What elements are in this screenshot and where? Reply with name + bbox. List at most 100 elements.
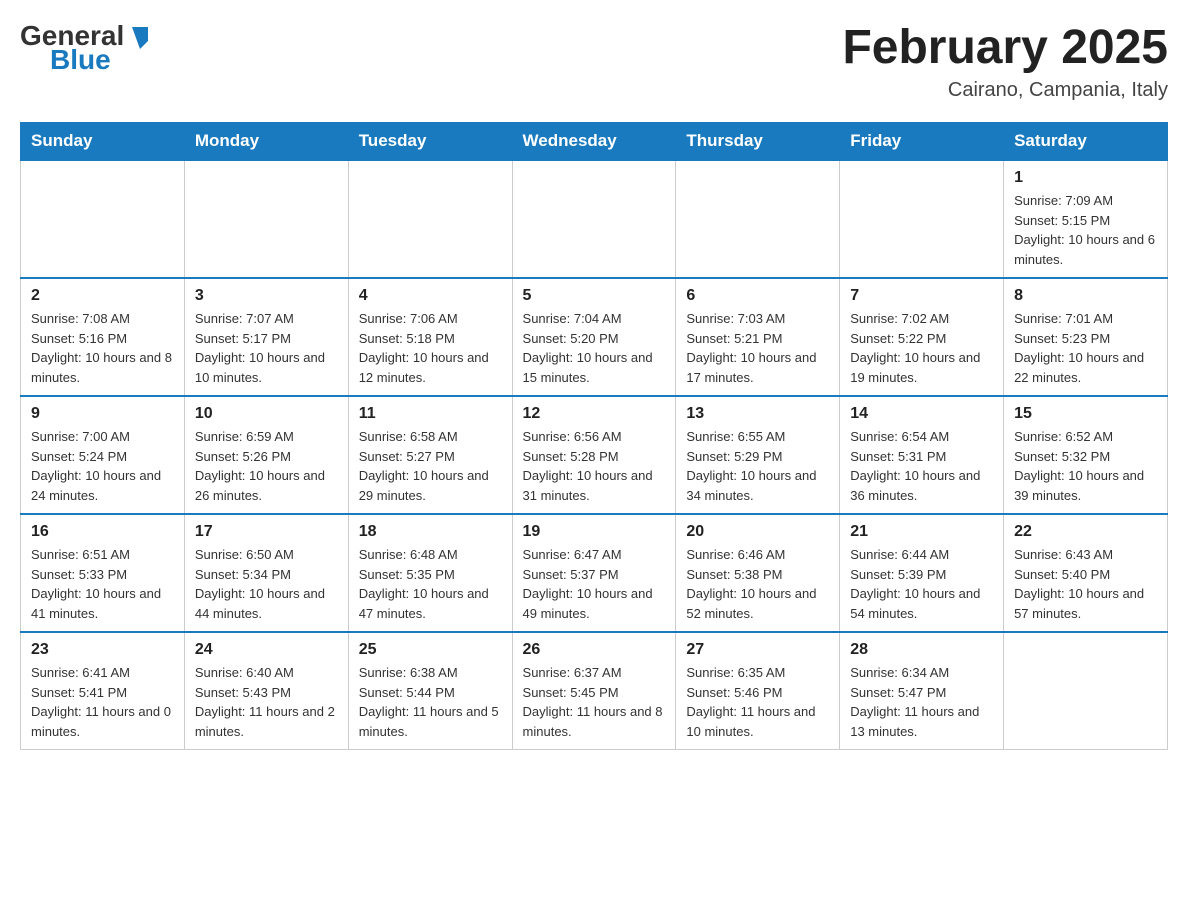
calendar-cell: 11 Sunrise: 6:58 AMSunset: 5:27 PMDayligh…: [348, 396, 512, 514]
calendar-cell: 5 Sunrise: 7:04 AMSunset: 5:20 PMDaylight…: [512, 278, 676, 396]
page-header: General Blue February 2025 Cairano, Camp…: [20, 20, 1168, 102]
calendar-cell: [840, 160, 1004, 278]
day-info: Sunrise: 6:38 AMSunset: 5:44 PMDaylight:…: [359, 663, 502, 741]
calendar-cell: [348, 160, 512, 278]
day-number: 12: [523, 405, 666, 423]
calendar-cell: 27 Sunrise: 6:35 AMSunset: 5:46 PMDayligh…: [676, 632, 840, 750]
calendar-cell: [512, 160, 676, 278]
calendar-cell: 15Sunrise: 6:52 AMSunset: 5:32 PMDayligh…: [1004, 396, 1168, 514]
calendar-cell: 7Sunrise: 7:02 AMSunset: 5:22 PMDaylight…: [840, 278, 1004, 396]
day-info: Sunrise: 7:06 AMSunset: 5:18 PMDaylight:…: [359, 309, 502, 387]
calendar-cell: [184, 160, 348, 278]
day-info: Sunrise: 7:03 AMSunset: 5:21 PMDaylight:…: [686, 309, 829, 387]
day-number: 16: [31, 523, 174, 541]
day-info: Sunrise: 6:35 AMSunset: 5:46 PMDaylight:…: [686, 663, 829, 741]
day-number: 22: [1014, 523, 1157, 541]
day-info: Sunrise: 7:02 AMSunset: 5:22 PMDaylight:…: [850, 309, 993, 387]
calendar-cell: 3 Sunrise: 7:07 AMSunset: 5:17 PMDaylight…: [184, 278, 348, 396]
day-info: Sunrise: 6:48 AMSunset: 5:35 PMDaylight:…: [359, 545, 502, 623]
day-number: 28: [850, 641, 993, 659]
day-number: 15: [1014, 405, 1157, 423]
day-info: Sunrise: 7:04 AMSunset: 5:20 PMDaylight:…: [523, 309, 666, 387]
calendar-cell: [676, 160, 840, 278]
day-info: Sunrise: 6:40 AMSunset: 5:43 PMDaylight:…: [195, 663, 338, 741]
calendar-cell: 10 Sunrise: 6:59 AMSunset: 5:26 PMDayligh…: [184, 396, 348, 514]
col-sunday: Sunday: [21, 123, 185, 161]
day-number: 27: [686, 641, 829, 659]
calendar-cell: 14Sunrise: 6:54 AMSunset: 5:31 PMDayligh…: [840, 396, 1004, 514]
calendar-cell: 24 Sunrise: 6:40 AMSunset: 5:43 PMDayligh…: [184, 632, 348, 750]
day-number: 13: [686, 405, 829, 423]
day-info: Sunrise: 6:55 AMSunset: 5:29 PMDaylight:…: [686, 427, 829, 505]
day-info: Sunrise: 6:41 AMSunset: 5:41 PMDaylight:…: [31, 663, 174, 741]
day-info: Sunrise: 6:43 AMSunset: 5:40 PMDaylight:…: [1014, 545, 1157, 623]
day-number: 6: [686, 287, 829, 305]
logo-arrow-icon: [126, 23, 154, 51]
calendar-cell: [21, 160, 185, 278]
day-info: Sunrise: 7:07 AMSunset: 5:17 PMDaylight:…: [195, 309, 338, 387]
day-number: 21: [850, 523, 993, 541]
calendar-cell: 18 Sunrise: 6:48 AMSunset: 5:35 PMDayligh…: [348, 514, 512, 632]
calendar-cell: 23 Sunrise: 6:41 AMSunset: 5:41 PMDayligh…: [21, 632, 185, 750]
calendar-cell: 21Sunrise: 6:44 AMSunset: 5:39 PMDayligh…: [840, 514, 1004, 632]
title-area: February 2025 Cairano, Campania, Italy: [842, 20, 1168, 102]
day-info: Sunrise: 7:01 AMSunset: 5:23 PMDaylight:…: [1014, 309, 1157, 387]
day-number: 24: [195, 641, 338, 659]
day-number: 1: [1014, 169, 1157, 187]
day-number: 11: [359, 405, 502, 423]
day-number: 23: [31, 641, 174, 659]
col-tuesday: Tuesday: [348, 123, 512, 161]
calendar-table: Sunday Monday Tuesday Wednesday Thursday…: [20, 122, 1168, 750]
day-info: Sunrise: 6:54 AMSunset: 5:31 PMDaylight:…: [850, 427, 993, 505]
day-info: Sunrise: 6:50 AMSunset: 5:34 PMDaylight:…: [195, 545, 338, 623]
day-number: 4: [359, 287, 502, 305]
calendar-week-row: 1 Sunrise: 7:09 AMSunset: 5:15 PMDaylight…: [21, 160, 1168, 278]
calendar-cell: 19 Sunrise: 6:47 AMSunset: 5:37 PMDayligh…: [512, 514, 676, 632]
calendar-cell: 26 Sunrise: 6:37 AMSunset: 5:45 PMDayligh…: [512, 632, 676, 750]
day-info: Sunrise: 6:37 AMSunset: 5:45 PMDaylight:…: [523, 663, 666, 741]
calendar-cell: 20 Sunrise: 6:46 AMSunset: 5:38 PMDayligh…: [676, 514, 840, 632]
calendar-cell: 25 Sunrise: 6:38 AMSunset: 5:44 PMDayligh…: [348, 632, 512, 750]
calendar-cell: [1004, 632, 1168, 750]
day-number: 3: [195, 287, 338, 305]
calendar-cell: 1 Sunrise: 7:09 AMSunset: 5:15 PMDaylight…: [1004, 160, 1168, 278]
calendar-cell: 4 Sunrise: 7:06 AMSunset: 5:18 PMDaylight…: [348, 278, 512, 396]
calendar-cell: 2 Sunrise: 7:08 AMSunset: 5:16 PMDaylight…: [21, 278, 185, 396]
day-number: 17: [195, 523, 338, 541]
calendar-cell: 17 Sunrise: 6:50 AMSunset: 5:34 PMDayligh…: [184, 514, 348, 632]
day-number: 2: [31, 287, 174, 305]
calendar-week-row: 2 Sunrise: 7:08 AMSunset: 5:16 PMDaylight…: [21, 278, 1168, 396]
calendar-week-row: 9 Sunrise: 7:00 AMSunset: 5:24 PMDaylight…: [21, 396, 1168, 514]
day-info: Sunrise: 6:46 AMSunset: 5:38 PMDaylight:…: [686, 545, 829, 623]
day-number: 18: [359, 523, 502, 541]
location: Cairano, Campania, Italy: [842, 79, 1168, 102]
day-info: Sunrise: 6:56 AMSunset: 5:28 PMDaylight:…: [523, 427, 666, 505]
calendar-cell: 8 Sunrise: 7:01 AMSunset: 5:23 PMDaylight…: [1004, 278, 1168, 396]
day-info: Sunrise: 6:51 AMSunset: 5:33 PMDaylight:…: [31, 545, 174, 623]
day-number: 20: [686, 523, 829, 541]
day-info: Sunrise: 7:08 AMSunset: 5:16 PMDaylight:…: [31, 309, 174, 387]
day-number: 26: [523, 641, 666, 659]
logo: General Blue: [20, 20, 154, 76]
day-info: Sunrise: 6:47 AMSunset: 5:37 PMDaylight:…: [523, 545, 666, 623]
calendar-week-row: 23 Sunrise: 6:41 AMSunset: 5:41 PMDayligh…: [21, 632, 1168, 750]
day-info: Sunrise: 6:34 AMSunset: 5:47 PMDaylight:…: [850, 663, 993, 741]
day-number: 19: [523, 523, 666, 541]
col-friday: Friday: [840, 123, 1004, 161]
day-number: 9: [31, 405, 174, 423]
month-title: February 2025: [842, 20, 1168, 75]
calendar-header-row: Sunday Monday Tuesday Wednesday Thursday…: [21, 123, 1168, 161]
col-wednesday: Wednesday: [512, 123, 676, 161]
calendar-cell: 28 Sunrise: 6:34 AMSunset: 5:47 PMDayligh…: [840, 632, 1004, 750]
day-info: Sunrise: 6:58 AMSunset: 5:27 PMDaylight:…: [359, 427, 502, 505]
calendar-cell: 12 Sunrise: 6:56 AMSunset: 5:28 PMDayligh…: [512, 396, 676, 514]
day-number: 5: [523, 287, 666, 305]
logo-blue-text: Blue: [50, 44, 111, 76]
day-info: Sunrise: 6:59 AMSunset: 5:26 PMDaylight:…: [195, 427, 338, 505]
day-info: Sunrise: 7:00 AMSunset: 5:24 PMDaylight:…: [31, 427, 174, 505]
day-number: 10: [195, 405, 338, 423]
day-info: Sunrise: 7:09 AMSunset: 5:15 PMDaylight:…: [1014, 191, 1157, 269]
col-thursday: Thursday: [676, 123, 840, 161]
day-number: 8: [1014, 287, 1157, 305]
day-number: 25: [359, 641, 502, 659]
